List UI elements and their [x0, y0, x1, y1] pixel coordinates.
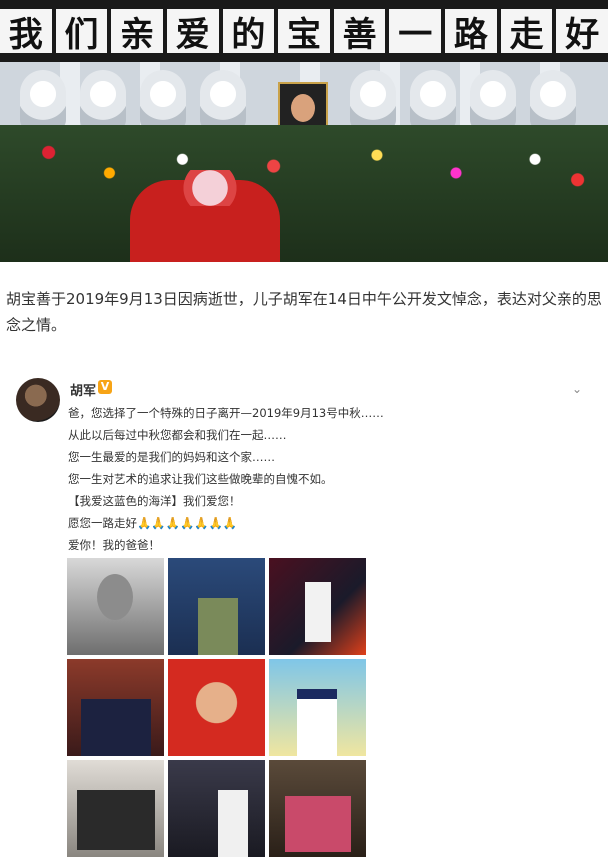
- banner-char: 好: [556, 9, 608, 55]
- post-line: 从此以后每过中秋您都会和我们在一起……: [68, 428, 287, 442]
- pray-emoji-icon: 🙏🙏🙏🙏🙏🙏🙏: [137, 516, 238, 530]
- photo-thumbnail[interactable]: [67, 760, 164, 857]
- wreath: [140, 70, 186, 130]
- post-line: 【我爱这蓝色的海洋】我们爱您！: [68, 494, 241, 508]
- verified-badge-icon: V: [98, 380, 112, 394]
- wreath: [470, 70, 516, 130]
- banner-char: 的: [222, 9, 275, 55]
- wreath: [530, 70, 576, 130]
- banner-char: 爱: [166, 9, 219, 55]
- banner-char: 路: [445, 9, 497, 55]
- flower-arrangement: [0, 125, 608, 262]
- photo-thumbnail[interactable]: [168, 659, 265, 756]
- banner-char: 宝: [278, 9, 330, 55]
- wreath: [350, 70, 396, 130]
- photo-thumbnail[interactable]: [168, 760, 265, 857]
- banner-char: 我: [0, 9, 52, 55]
- post-line-with-emoji: 愿您一路走好🙏🙏🙏🙏🙏🙏🙏: [68, 512, 588, 534]
- chevron-down-icon[interactable]: ⌄: [572, 382, 582, 396]
- username[interactable]: 胡军: [70, 380, 96, 399]
- weibo-post-card: 胡军 V ⌄ 爸，您选择了一个特殊的日子离开—2019年9月13号中秋…… 从此…: [6, 362, 604, 859]
- post-line: 您一生最爱的是我们的妈妈和这个家……: [68, 450, 275, 464]
- article-caption: 胡宝善于2019年9月13日因病逝世，儿子胡军在14日中午公开发文悼念，表达对父…: [6, 290, 602, 334]
- photo-thumbnail[interactable]: [168, 558, 265, 655]
- wreath: [80, 70, 126, 130]
- photo-thumbnail[interactable]: [67, 558, 164, 655]
- post-line: 爱你！我的爸爸！: [68, 538, 160, 552]
- photo-thumbnail[interactable]: [269, 760, 366, 857]
- photo-thumbnail[interactable]: [269, 659, 366, 756]
- post-line: 愿您一路走好: [68, 516, 137, 530]
- banner-char: 走: [500, 9, 553, 55]
- photo-grid: [67, 558, 367, 858]
- memorial-banner: 我 们 亲 爱 的 宝 善 一 路 走 好: [0, 0, 608, 62]
- banner-char: 善: [333, 9, 386, 55]
- avatar[interactable]: [16, 378, 60, 422]
- banner-char: 们: [55, 9, 108, 55]
- post-body: 爸，您选择了一个特殊的日子离开—2019年9月13号中秋…… 从此以后每过中秋您…: [68, 402, 588, 556]
- post-line: 爸，您选择了一个特殊的日子离开—2019年9月13号中秋……: [68, 406, 384, 420]
- photo-thumbnail[interactable]: [67, 659, 164, 756]
- post-line: 您一生对艺术的追求让我们这些做晚辈的自愧不如。: [68, 472, 333, 486]
- wreath: [20, 70, 66, 130]
- banner-char: 亲: [111, 9, 163, 55]
- bouquet: [170, 170, 250, 206]
- photo-thumbnail[interactable]: [269, 558, 366, 655]
- banner-char: 一: [389, 9, 442, 55]
- wreath: [410, 70, 456, 130]
- memorial-photo: 我 们 亲 爱 的 宝 善 一 路 走 好: [0, 0, 608, 262]
- wreath: [200, 70, 246, 130]
